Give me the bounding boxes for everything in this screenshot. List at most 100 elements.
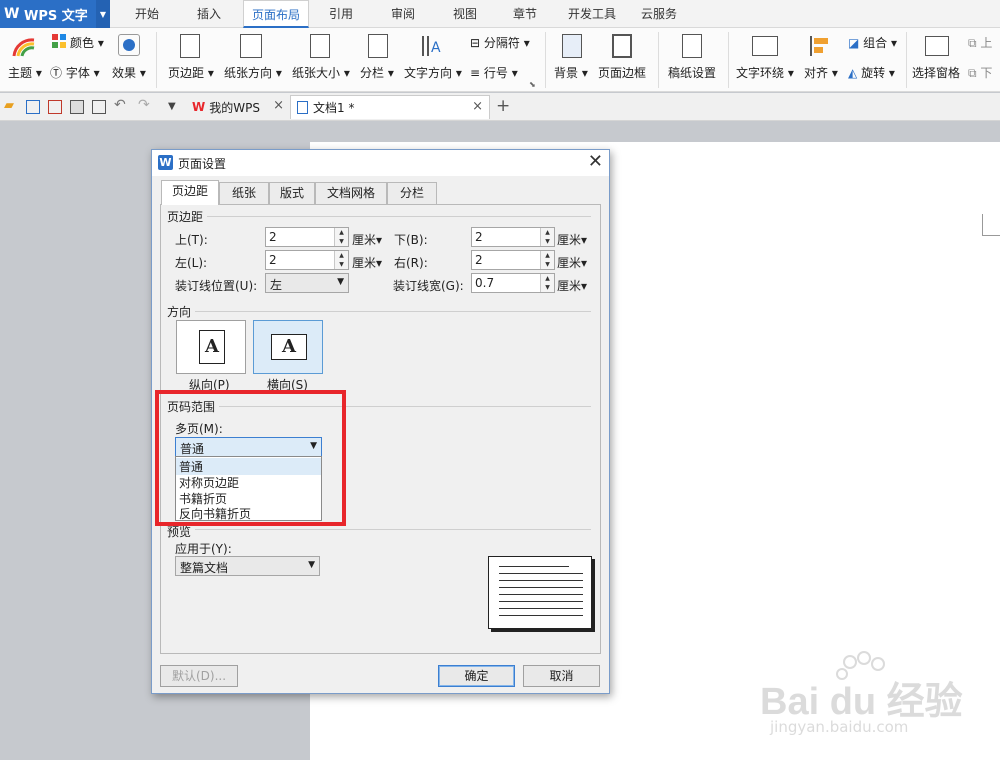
page-setup-launcher-icon[interactable]: ⬊ (529, 80, 536, 89)
bottom-margin-input[interactable]: 2 ▲ ▼ (471, 227, 555, 247)
columns-button[interactable]: 分栏 ▾ (360, 64, 394, 81)
spinner-arrows-icon[interactable]: ▲ ▼ (334, 251, 348, 269)
preview-line (499, 615, 583, 616)
columns-icon[interactable] (368, 34, 388, 58)
tab-my-wps[interactable]: W 我的WPS × (186, 95, 290, 119)
tab-start[interactable]: 开始 (122, 0, 172, 28)
text-direction-button[interactable]: 文字方向 ▾ (404, 64, 462, 81)
landscape-option[interactable]: A (253, 320, 323, 374)
right-margin-unit[interactable]: 厘米▾ (557, 254, 587, 271)
chevron-down-icon: ▼ (308, 560, 315, 570)
selection-pane-button[interactable]: 选择窗格 (912, 64, 960, 81)
color-button[interactable]: 颜色 ▾ (70, 34, 104, 51)
page-border-icon[interactable] (612, 34, 632, 58)
background-icon[interactable] (562, 34, 582, 58)
send-backward-button[interactable]: ⧉ 下 (968, 64, 992, 81)
theme-icon[interactable] (12, 36, 36, 58)
app-menu-button[interactable]: W WPS 文字 ▼ (0, 0, 110, 28)
close-icon[interactable]: × (273, 98, 284, 113)
tab-paper[interactable]: 纸张 (219, 182, 269, 204)
group-button[interactable]: ◪ 组合 ▾ (848, 34, 897, 51)
orientation-icon[interactable] (240, 34, 262, 58)
theme-button[interactable]: 主题 ▾ (8, 64, 42, 81)
orientation-button[interactable]: 纸张方向 ▾ (224, 64, 282, 81)
left-margin-input[interactable]: 2 ▲ ▼ (265, 250, 349, 270)
menu-bar: W WPS 文字 ▼ 开始 插入 页面布局 引用 审阅 视图 章节 开发工具 云… (0, 0, 1000, 28)
font-icon: Ⓣ (50, 66, 63, 80)
tab-insert[interactable]: 插入 (184, 0, 234, 28)
save-icon[interactable] (26, 100, 40, 114)
tab-columns[interactable]: 分栏 (387, 182, 437, 204)
redo-icon[interactable]: ↷ (138, 97, 152, 113)
gutter-width-unit[interactable]: 厘米▾ (557, 277, 587, 294)
separator-button[interactable]: ⊟ 分隔符 ▾ (470, 34, 530, 51)
open-icon[interactable]: ▰ (4, 98, 18, 113)
grid-paper-icon[interactable] (682, 34, 702, 58)
close-icon[interactable]: ✕ (588, 151, 603, 172)
spinner-arrows-icon[interactable]: ▲ ▼ (540, 274, 554, 292)
close-icon[interactable]: × (472, 99, 483, 114)
tab-references[interactable]: 引用 (318, 0, 364, 28)
tab-layout[interactable]: 版式 (269, 182, 315, 204)
ok-button[interactable]: 确定 (438, 665, 515, 687)
paper-size-button[interactable]: 纸张大小 ▾ (292, 64, 350, 81)
line-number-button[interactable]: ≡ 行号 ▾ (470, 64, 518, 81)
preview-line (499, 573, 583, 574)
print-preview-icon[interactable] (92, 100, 106, 114)
portrait-option[interactable]: A (176, 320, 246, 374)
top-margin-input[interactable]: 2 ▲ ▼ (265, 227, 349, 247)
align-label: 对齐 (804, 66, 829, 80)
text-direction-label: 文字方向 (404, 66, 453, 80)
spinner-arrows-icon[interactable]: ▲ ▼ (334, 228, 348, 246)
chevron-down-icon[interactable]: ▼ (96, 0, 110, 28)
tab-developer[interactable]: 开发工具 (560, 0, 624, 28)
tab-cloud[interactable]: 云服务 (634, 0, 684, 28)
top-margin-label: 上(T): (175, 233, 208, 247)
customize-chevron-icon[interactable]: ▼ (168, 101, 182, 115)
left-margin-unit[interactable]: 厘米▾ (352, 254, 382, 271)
text-direction-icon[interactable]: A (420, 34, 442, 58)
export-pdf-icon[interactable] (48, 100, 62, 114)
tab-page-layout[interactable]: 页面布局 (243, 0, 309, 28)
grid-paper-button[interactable]: 稿纸设置 (668, 64, 716, 81)
background-button[interactable]: 背景 ▾ (554, 64, 588, 81)
spinner-arrows-icon[interactable]: ▲ ▼ (540, 228, 554, 246)
align-button[interactable]: 对齐 ▾ (804, 64, 838, 81)
new-tab-plus-icon[interactable]: + (496, 96, 510, 116)
tab-review[interactable]: 审阅 (378, 0, 428, 28)
right-margin-input[interactable]: 2 ▲ ▼ (471, 250, 555, 270)
print-icon[interactable] (70, 100, 84, 114)
text-wrap-icon[interactable] (752, 36, 778, 56)
tab-view[interactable]: 视图 (440, 0, 490, 28)
tab-document1[interactable]: 文档1 * × (290, 95, 490, 119)
gutter-position-select[interactable]: 左 ▼ (265, 273, 349, 293)
text-wrap-button[interactable]: 文字环绕 ▾ (736, 64, 794, 81)
top-margin-unit[interactable]: 厘米▾ (352, 231, 382, 248)
dialog-title: 页面设置 (178, 157, 227, 171)
apply-to-select[interactable]: 整篇文档 ▼ (175, 556, 320, 576)
orientation-section-title: 方向 (167, 305, 192, 319)
tab-chapter[interactable]: 章节 (500, 0, 550, 28)
align-icon[interactable] (810, 34, 832, 58)
tab-document-grid[interactable]: 文档网格 (315, 182, 387, 204)
default-button[interactable]: 默认(D)... (160, 665, 238, 687)
font-button[interactable]: Ⓣ 字体 ▾ (50, 64, 100, 81)
bottom-margin-unit[interactable]: 厘米▾ (557, 231, 587, 248)
effect-button[interactable]: 效果 ▾ (112, 64, 146, 81)
gutter-width-value: 0.7 (475, 276, 495, 290)
gutter-width-input[interactable]: 0.7 ▲ ▼ (471, 273, 555, 293)
tab-margins[interactable]: 页边距 (161, 180, 219, 205)
spinner-arrows-icon[interactable]: ▲ ▼ (540, 251, 554, 269)
cancel-button[interactable]: 取消 (523, 665, 600, 687)
rotate-button[interactable]: ◭ 旋转 ▾ (848, 64, 895, 81)
page-border-button[interactable]: 页面边框 (598, 64, 646, 81)
undo-icon[interactable]: ↶ (114, 97, 128, 113)
margins-button[interactable]: 页边距 ▾ (168, 64, 214, 81)
paper-size-icon[interactable] (310, 34, 330, 58)
margins-icon[interactable] (180, 34, 200, 58)
gutter-width-label: 装订线宽(G): (393, 279, 464, 293)
effect-icon[interactable] (118, 34, 140, 56)
selection-pane-icon[interactable] (925, 36, 949, 56)
bring-forward-button[interactable]: ⧉ 上 (968, 34, 992, 51)
dialog-titlebar[interactable]: W 页面设置 ✕ (152, 150, 609, 176)
